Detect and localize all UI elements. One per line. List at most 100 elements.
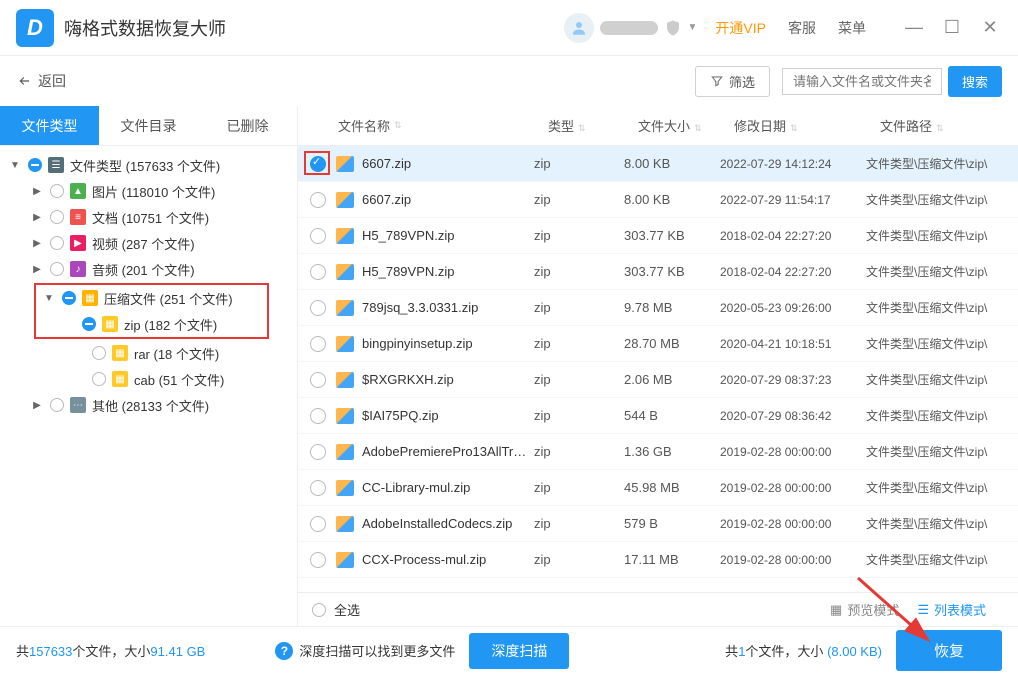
file-path: 文件类型\压缩文件\zip\ [866, 191, 1018, 208]
toolbar: 返回 筛选 搜索 [0, 56, 1018, 106]
tree-zip[interactable]: ▦ zip (182 个文件) [36, 311, 267, 337]
tree-root[interactable]: ▼☰ 文件类型 (157633 个文件) [0, 152, 297, 178]
table-row[interactable]: $IAI75PQ.zipzip544 B2020-07-29 08:36:42文… [298, 398, 1018, 434]
table-row[interactable]: bingpinyinsetup.zipzip28.70 MB2020-04-21… [298, 326, 1018, 362]
main-content: 文件名称⇅ 类型⇅ 文件大小⇅ 修改日期⇅ 文件路径⇅ 6607.zipzip8… [298, 106, 1018, 626]
tree-images[interactable]: ▶▲ 图片 (118010 个文件) [0, 178, 297, 204]
file-name: CCX-Process-mul.zip [362, 552, 534, 567]
grid-icon: ▦ [830, 602, 842, 618]
table-row[interactable]: AdobeInstalledCodecs.zipzip579 B2019-02-… [298, 506, 1018, 542]
table-row[interactable]: H5_789VPN.zipzip303.77 KB2018-02-04 22:2… [298, 254, 1018, 290]
header-type[interactable]: 类型⇅ [548, 116, 638, 135]
table-row[interactable]: AdobePremierePro13AllTr…zip1.36 GB2019-0… [298, 434, 1018, 470]
file-type: zip [534, 372, 624, 387]
table-row[interactable]: 6607.zipzip8.00 KB2022-07-29 11:54:17文件类… [298, 182, 1018, 218]
row-checkbox[interactable] [310, 444, 326, 460]
search-input[interactable] [782, 68, 942, 95]
maximize-button[interactable]: ☐ [940, 17, 964, 38]
file-date: 2022-07-29 14:12:24 [720, 157, 866, 171]
user-menu[interactable]: ▼ [564, 13, 698, 43]
table-row[interactable]: CCX-Process-mul.zipzip17.11 MB2019-02-28… [298, 542, 1018, 578]
file-path: 文件类型\压缩文件\zip\ [866, 551, 1018, 568]
header-name[interactable]: 文件名称⇅ [338, 116, 548, 135]
table-row[interactable]: CC-Library-mul.zipzip45.98 MB2019-02-28 … [298, 470, 1018, 506]
file-date: 2018-02-04 22:27:20 [720, 265, 866, 279]
file-date: 2018-02-04 22:27:20 [720, 229, 866, 243]
tree-other[interactable]: ▶⋯ 其他 (28133 个文件) [0, 392, 297, 418]
file-name: AdobePremierePro13AllTr… [362, 444, 534, 459]
table-row[interactable]: 789jsq_3.3.0331.zipzip9.78 MB2020-05-23 … [298, 290, 1018, 326]
table-row[interactable]: H5_789VPN.zipzip303.77 KB2018-02-04 22:2… [298, 218, 1018, 254]
tree-audio[interactable]: ▶♪ 音频 (201 个文件) [0, 256, 297, 282]
bottom-bar: 共157633个文件，大小91.41 GB ? 深度扫描可以找到更多文件 深度扫… [0, 626, 1018, 674]
table-row[interactable]: 6607.zipzip8.00 KB2022-07-29 14:12:24文件类… [298, 146, 1018, 182]
tree-archive[interactable]: ▼▦ 压缩文件 (251 个文件) [36, 285, 267, 311]
file-icon [336, 516, 354, 532]
row-checkbox[interactable] [310, 480, 326, 496]
header-size[interactable]: 文件大小⇅ [638, 116, 734, 135]
selected-files-label: 共1个文件，大小 (8.00 KB) [725, 641, 882, 660]
close-button[interactable]: ✕ [978, 17, 1002, 38]
tab-deleted[interactable]: 已删除 [198, 106, 297, 145]
filter-button[interactable]: 筛选 [695, 66, 770, 97]
file-date: 2019-02-28 00:00:00 [720, 481, 866, 495]
row-checkbox[interactable] [310, 516, 326, 532]
table-body[interactable]: 6607.zipzip8.00 KB2022-07-29 14:12:24文件类… [298, 146, 1018, 592]
file-date: 2020-05-23 09:26:00 [720, 301, 866, 315]
file-path: 文件类型\压缩文件\zip\ [866, 155, 1018, 172]
row-checkbox[interactable] [310, 408, 326, 424]
avatar-icon [564, 13, 594, 43]
file-icon [336, 444, 354, 460]
file-type: zip [534, 300, 624, 315]
file-tree: ▼☰ 文件类型 (157633 个文件) ▶▲ 图片 (118010 个文件) … [0, 146, 297, 424]
row-checkbox[interactable] [310, 300, 326, 316]
deep-scan-button[interactable]: 深度扫描 [469, 633, 569, 669]
file-date: 2020-07-29 08:36:42 [720, 409, 866, 423]
row-checkbox[interactable] [310, 336, 326, 352]
row-checkbox[interactable] [310, 552, 326, 568]
file-icon [336, 336, 354, 352]
file-name: AdobeInstalledCodecs.zip [362, 516, 534, 531]
tree-docs[interactable]: ▶≡ 文档 (10751 个文件) [0, 204, 297, 230]
file-type: zip [534, 480, 624, 495]
file-icon [336, 228, 354, 244]
row-checkbox[interactable] [310, 372, 326, 388]
tree-video[interactable]: ▶▶ 视频 (287 个文件) [0, 230, 297, 256]
menu-button[interactable]: 菜单 [838, 18, 866, 38]
list-mode-button[interactable]: ☰ 列表模式 [917, 600, 986, 619]
table-row[interactable]: $RXGRKXH.zipzip2.06 MB2020-07-29 08:37:2… [298, 362, 1018, 398]
tab-file-dir[interactable]: 文件目录 [99, 106, 198, 145]
row-checkbox[interactable] [310, 156, 326, 172]
file-date: 2019-02-28 00:00:00 [720, 517, 866, 531]
vip-link[interactable]: 开通VIP [715, 18, 766, 38]
info-icon: ? [275, 642, 293, 660]
file-path: 文件类型\压缩文件\zip\ [866, 263, 1018, 280]
sidebar-tabs: 文件类型 文件目录 已删除 [0, 106, 297, 146]
header-date[interactable]: 修改日期⇅ [734, 116, 880, 135]
file-type: zip [534, 444, 624, 459]
file-date: 2020-07-29 08:37:23 [720, 373, 866, 387]
row-checkbox[interactable] [310, 264, 326, 280]
tree-cab[interactable]: ▦ cab (51 个文件) [0, 366, 297, 392]
minimize-button[interactable]: — [902, 17, 926, 38]
file-size: 17.11 MB [624, 552, 720, 567]
select-all-checkbox[interactable] [312, 603, 326, 617]
file-icon [336, 264, 354, 280]
titlebar: D 嗨格式数据恢复大师 ▼ 开通VIP 客服 菜单 — ☐ ✕ [0, 0, 1018, 56]
search-button[interactable]: 搜索 [948, 66, 1002, 97]
file-path: 文件类型\压缩文件\zip\ [866, 479, 1018, 496]
tree-rar[interactable]: ▦ rar (18 个文件) [0, 340, 297, 366]
file-icon [336, 372, 354, 388]
row-checkbox[interactable] [310, 192, 326, 208]
row-checkbox[interactable] [310, 228, 326, 244]
tab-file-type[interactable]: 文件类型 [0, 106, 99, 145]
preview-mode-button[interactable]: ▦ 预览模式 [830, 600, 899, 619]
list-icon: ☰ [917, 602, 929, 618]
file-date: 2022-07-29 11:54:17 [720, 193, 866, 207]
file-type: zip [534, 408, 624, 423]
back-button[interactable]: 返回 [16, 71, 66, 91]
header-path[interactable]: 文件路径⇅ [880, 116, 1018, 135]
support-button[interactable]: 客服 [788, 18, 816, 38]
recover-button[interactable]: 恢复 [896, 630, 1002, 671]
file-type: zip [534, 228, 624, 243]
